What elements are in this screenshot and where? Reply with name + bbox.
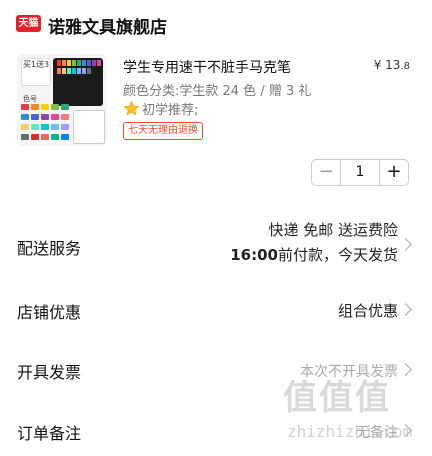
store-discount-label: 店铺优惠 (17, 303, 82, 322)
product-thumbnail[interactable]: 买1送3 色号 (17, 54, 107, 146)
chevron-right-icon (399, 303, 412, 316)
product-title[interactable]: 学生专用速干不脏手马克笔 (123, 57, 291, 77)
store-name[interactable]: 诺雅文具旗舰店 (48, 13, 167, 38)
chevron-right-icon (399, 238, 412, 251)
product-variant: 颜色分类:学生款 24 色 / 赠 3 礼 (123, 84, 312, 99)
star-icon (123, 100, 140, 117)
product-price: ¥ 13.8 (374, 58, 410, 72)
order-remark-label: 订单备注 (17, 424, 82, 443)
delivery-info: 快递 免邮 送运费险 (268, 221, 398, 239)
store-header[interactable]: 天猫 诺雅文具旗舰店 (0, 0, 432, 46)
product-recommend: 初学推荐; (123, 99, 198, 118)
delivery-cutoff-text: 前付款，今天发货 (277, 246, 398, 264)
store-discount-value: 组合优惠 (337, 302, 398, 320)
marker-caps-image (57, 60, 101, 74)
order-remark-value: 无备注 (356, 425, 398, 441)
delivery-time-info: 16:00前付款，今天发货 (230, 244, 398, 265)
chevron-right-icon (399, 424, 412, 437)
price-cents: .8 (400, 61, 410, 72)
quantity-stepper[interactable]: − 1 + (311, 159, 409, 186)
delivery-label: 配送服务 (17, 239, 82, 258)
quantity-value[interactable]: 1 (340, 160, 380, 185)
store-discount-row[interactable]: 店铺优惠 组合优惠 (0, 290, 432, 330)
quantity-decrease-button[interactable]: − (312, 160, 340, 185)
invoice-row[interactable]: 开具发票 本次不开具发票 (0, 350, 432, 390)
quantity-increase-button[interactable]: + (380, 160, 408, 185)
thumbnail-label: 色号 (23, 95, 37, 103)
recommend-text: 初学推荐; (142, 103, 199, 118)
invoice-label: 开具发票 (17, 363, 82, 382)
drawing-sample-image (73, 110, 105, 144)
price-whole: 13 (385, 58, 401, 72)
invoice-value: 本次不开具发票 (300, 364, 398, 380)
delivery-cutoff-time: 16:00 (230, 246, 278, 264)
delivery-row[interactable]: 配送服务 (0, 205, 432, 277)
thumbnail-badge: 买1送3 (21, 58, 51, 86)
order-remark-row[interactable]: 订单备注 无备注 (0, 411, 432, 451)
color-swatch-grid (21, 104, 69, 142)
tmall-logo: 天猫 (16, 15, 41, 32)
chevron-right-icon (399, 363, 412, 376)
return-policy-badge: 七天无理由退换 (123, 122, 203, 140)
price-currency: ¥ (373, 58, 382, 72)
